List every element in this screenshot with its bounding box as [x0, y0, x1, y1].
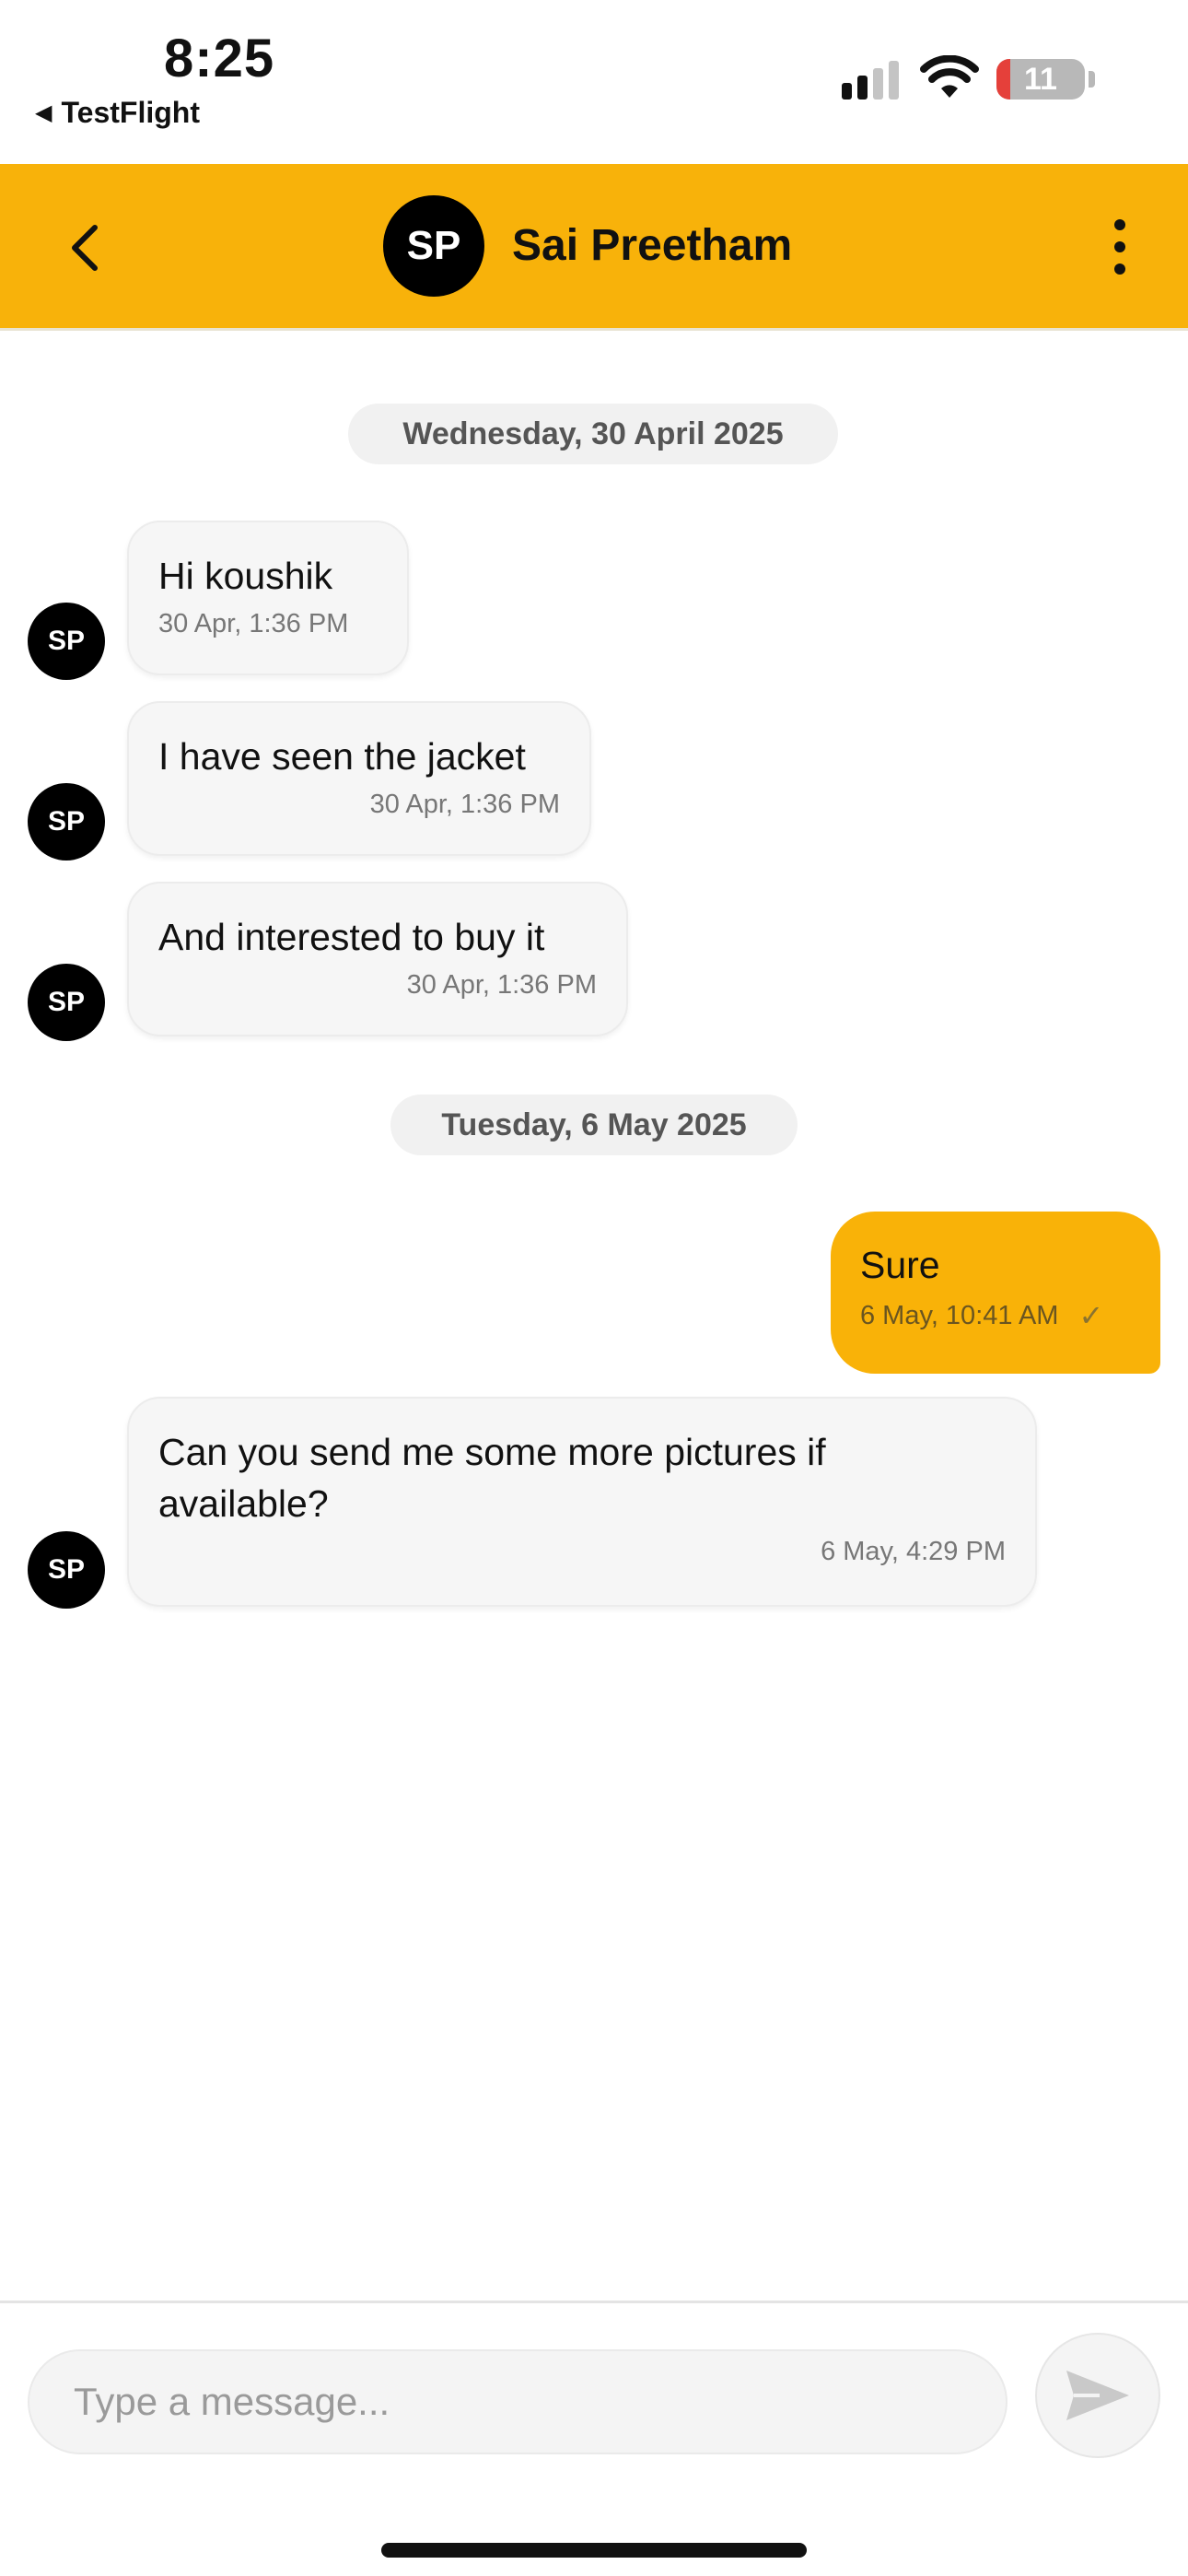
sender-avatar: SP	[28, 783, 105, 861]
sender-avatar: SP	[28, 603, 105, 680]
message-time: 30 Apr, 1:36 PM	[369, 790, 560, 819]
status-time: 8:25	[164, 29, 275, 88]
message-bubble-incoming[interactable]: Can you send me some more pictures if av…	[127, 1397, 1037, 1607]
composer-divider	[0, 2301, 1188, 2303]
date-separator: Tuesday, 6 May 2025	[390, 1095, 798, 1155]
signal-icon	[842, 61, 899, 100]
message-bubble-outgoing[interactable]: Sure 6 May, 10:41 AM ✓	[831, 1212, 1160, 1374]
message-bubble-incoming[interactable]: I have seen the jacket 30 Apr, 1:36 PM	[127, 701, 591, 856]
battery-level: 11	[1024, 62, 1057, 97]
message-time: 6 May, 10:41 AM	[860, 1300, 1059, 1330]
wifi-icon	[920, 55, 979, 98]
message-text: Can you send me some more pictures if av…	[158, 1431, 826, 1525]
message-bubble-incoming[interactable]: Hi koushik 30 Apr, 1:36 PM	[127, 521, 409, 675]
message-text: I have seen the jacket	[158, 735, 526, 778]
back-button[interactable]	[53, 216, 118, 280]
back-triangle-icon: ◀	[35, 100, 52, 125]
message-text: And interested to buy it	[158, 916, 545, 958]
send-button[interactable]	[1035, 2333, 1160, 2458]
message-time: 30 Apr, 1:36 PM	[406, 970, 597, 1000]
message-text: Hi koushik	[158, 555, 333, 597]
message-bubble-incoming[interactable]: And interested to buy it 30 Apr, 1:36 PM	[127, 882, 628, 1036]
sender-avatar: SP	[28, 964, 105, 1041]
message-input[interactable]: Type a message...	[28, 2349, 1007, 2454]
message-time: 30 Apr, 1:36 PM	[158, 609, 349, 638]
more-vertical-icon	[1114, 219, 1125, 230]
more-options-button[interactable]	[1100, 214, 1140, 280]
battery-cap	[1089, 71, 1095, 88]
battery-icon: 11	[996, 59, 1085, 100]
send-icon	[1066, 2371, 1129, 2420]
message-time: 6 May, 4:29 PM	[821, 1537, 1006, 1566]
back-app-label: TestFlight	[61, 96, 200, 129]
back-to-app-link[interactable]: ◀ TestFlight	[35, 96, 200, 130]
home-indicator[interactable]	[381, 2543, 807, 2558]
message-text: Sure	[860, 1244, 940, 1286]
date-separator: Wednesday, 30 April 2025	[348, 404, 838, 464]
contact-avatar[interactable]: SP	[383, 195, 484, 297]
contact-name[interactable]: Sai Preetham	[512, 217, 792, 275]
sender-avatar: SP	[28, 1531, 105, 1609]
chevron-left-icon	[72, 225, 98, 271]
check-icon: ✓	[1078, 1299, 1104, 1332]
